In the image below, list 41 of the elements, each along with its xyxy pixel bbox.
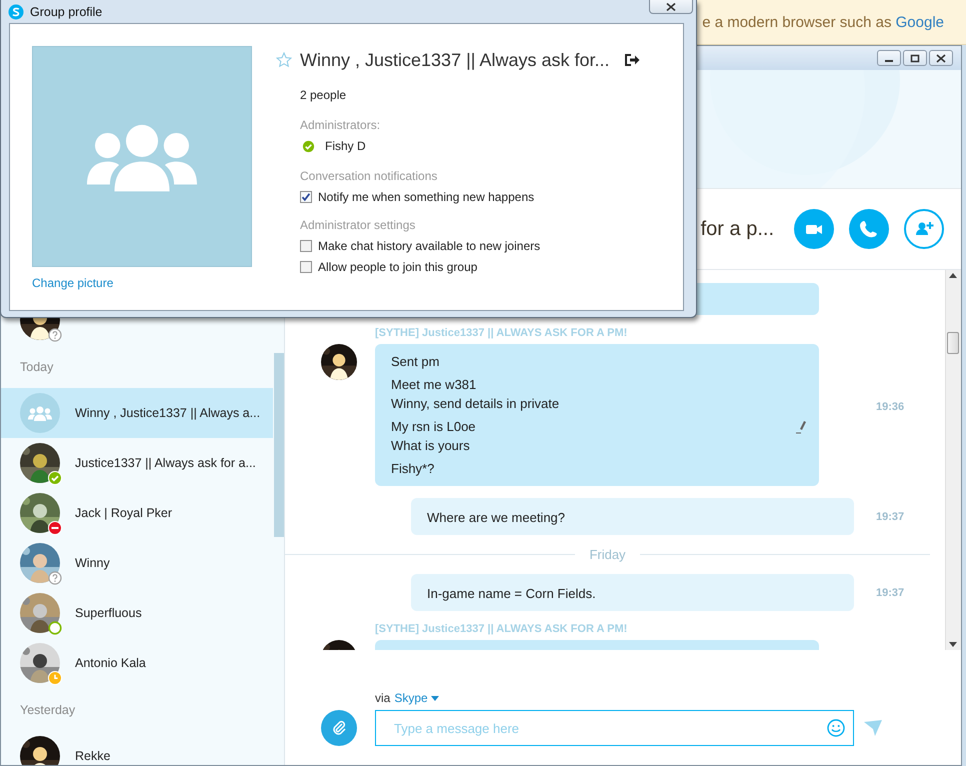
conversation-item[interactable]: Winny , Justice1337 || Always a... [1,388,273,438]
section-label: Conversation notifications [300,169,438,183]
change-picture-link[interactable]: Change picture [32,276,252,290]
message-text: Where are we meeting? [427,510,566,525]
message-text: Fishy*? [391,461,434,476]
section-label: Yesterday [20,702,76,716]
admin-name: Fishy D [325,139,366,153]
member-count: 2 people [300,88,348,102]
conversation-item[interactable]: Winny [1,538,273,588]
conversation-item[interactable]: Antonio Kala [1,638,273,688]
section-label: Today [20,360,54,374]
section-label: Administrator settings [300,218,416,232]
message-text: Sent pm [391,354,440,369]
via-label: via [375,691,390,705]
message-time: 19:37 [876,510,904,522]
conversation-item[interactable]: Jack | Royal Pker [1,488,273,538]
sender-name: [SYTHE] Justice1337 || ALWAYS ASK FOR A PM! [375,623,628,636]
browser-link[interactable]: Google [896,14,944,30]
group-name: Winny , Justice1337 || Always ask for... [300,50,610,70]
conversation-item[interactable]: Rekke [1,731,273,765]
section-label: Administrators: [300,118,382,132]
message-text: Meet me w381 [391,377,476,392]
dialog-title: Group profile [30,4,102,18]
message-text: Winny, send details in private [391,396,560,411]
checkbox-label: Allow people to join this group [318,260,478,274]
message-input[interactable]: Type a message here [392,720,827,736]
conversation-item[interactable]: Superfluous [1,588,273,638]
message-text: In-game name = Corn Fields. [427,586,596,601]
message-time: 19:36 [876,400,904,412]
conversation-title: for a p... [700,218,774,240]
message-text: My rsn is L0oe [391,419,476,434]
checkbox-label: Notify me when something new happens [318,190,534,204]
message-time: 19:37 [876,586,904,598]
date-divider-label: Friday [589,547,626,562]
conversation-item[interactable]: Justice1337 || Always ask for a... [1,438,273,488]
service-dropdown[interactable]: Skype [394,691,439,705]
message-text: What is yours [391,438,470,453]
sender-name: [SYTHE] Justice1337 || ALWAYS ASK FOR A PM! [375,327,628,340]
checkbox-label: Make chat history available to new joiners [318,239,540,253]
message-field[interactable]: Type a message here [375,710,854,746]
browser-notice: e a modern browser such as Google [702,14,944,30]
